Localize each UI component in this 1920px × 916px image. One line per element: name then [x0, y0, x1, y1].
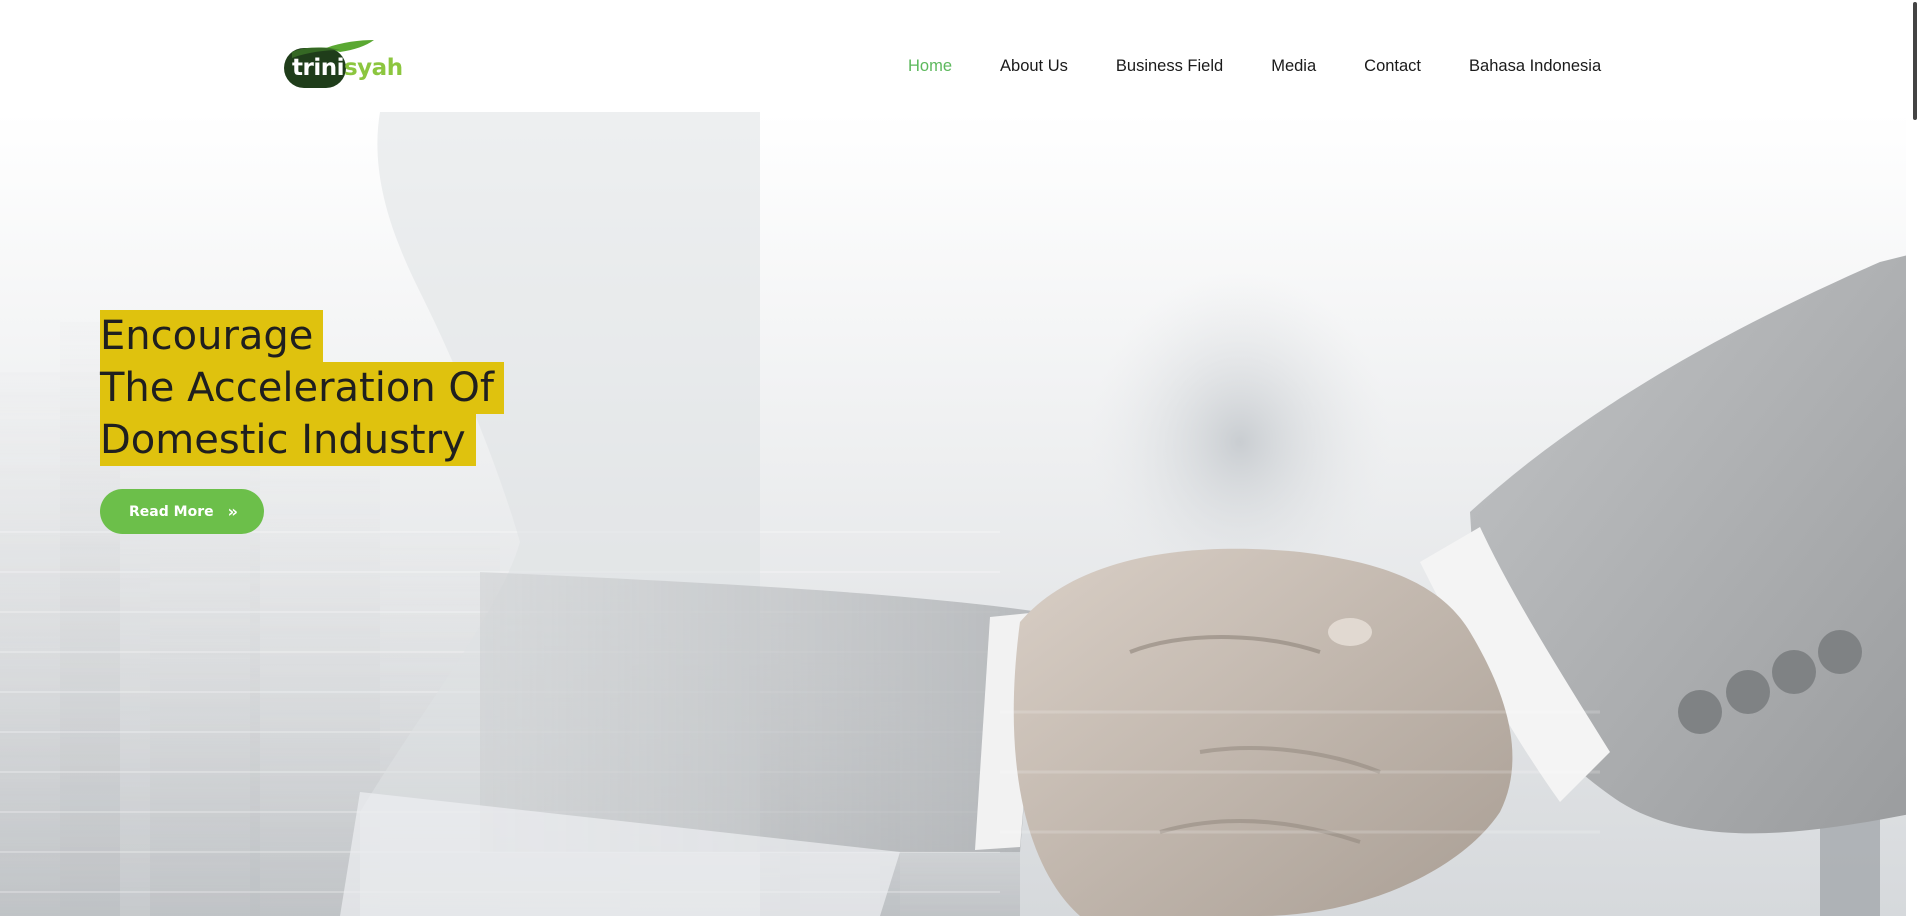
site-header: trinisyah Home About Us Business Field M… [0, 0, 1920, 112]
nav-item-business-field[interactable]: Business Field [1116, 56, 1223, 76]
hero-headline-line-1: Encourage [100, 310, 324, 362]
nav-item-bahasa-indonesia[interactable]: Bahasa Indonesia [1469, 56, 1601, 76]
nav-item-contact[interactable]: Contact [1364, 56, 1421, 76]
logo-wordmark: trinisyah [292, 57, 403, 80]
read-more-button[interactable]: Read More » [100, 489, 264, 534]
logo-text-part1: trini [292, 55, 344, 81]
double-chevron-right-icon: » [227, 501, 238, 521]
nav-item-about-us[interactable]: About Us [1000, 56, 1068, 76]
logo-text-part2: syah [343, 55, 403, 81]
read-more-label: Read More [129, 503, 214, 520]
main-nav: Home About Us Business Field Media Conta… [908, 56, 1601, 76]
hero-headline: Encourage The Acceleration Of Domestic I… [100, 310, 504, 466]
hero-headline-line-2: The Acceleration Of [100, 362, 504, 414]
hero-background-image [0, 112, 1920, 916]
scrollbar-thumb[interactable] [1913, 2, 1917, 120]
page: trinisyah Home About Us Business Field M… [0, 0, 1920, 916]
page-scrollbar[interactable] [1906, 0, 1920, 916]
hero-section: Encourage The Acceleration Of Domestic I… [0, 112, 1920, 916]
nav-item-media[interactable]: Media [1271, 56, 1316, 76]
brand-logo[interactable]: trinisyah [282, 40, 403, 92]
nav-item-home[interactable]: Home [908, 56, 952, 76]
hero-headline-line-3: Domestic Industry [100, 414, 476, 466]
